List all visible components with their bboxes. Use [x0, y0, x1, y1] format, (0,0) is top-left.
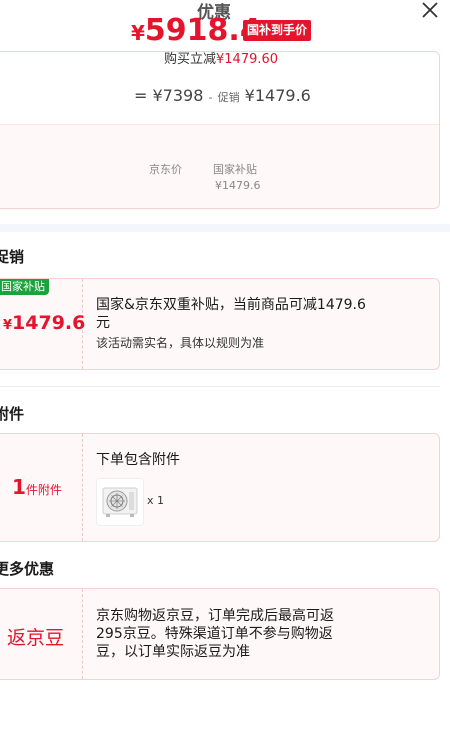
promo-note: 该活动需实名，具体以规则为准: [96, 336, 265, 350]
buy-reduce-label: 购买立减: [164, 52, 217, 67]
price-formula: = ¥7398 - 促销 ¥1479.6: [134, 86, 311, 105]
divider-line: [0, 386, 440, 387]
formula-minus: -: [208, 91, 213, 104]
accessory-qty: x 1: [147, 494, 165, 507]
jd-price-value: ¥7398: [152, 86, 204, 105]
jd-bean-line3: 豆，以订单实际返豆为准: [96, 644, 250, 660]
gov-subsidy-label: 国家补贴: [213, 163, 257, 176]
promo-desc-line1: 国家&京东双重补贴，当前商品可减1479.6: [96, 297, 366, 313]
accessory-count-label: 件附件: [25, 483, 62, 497]
jd-price-label: 京东价: [149, 163, 182, 176]
promo-section-title: 促销: [0, 248, 25, 266]
air-conditioner-outdoor-unit-icon[interactable]: [96, 478, 144, 526]
final-price-currency: ¥: [131, 21, 145, 45]
promo-card[interactable]: 国家补贴 ¥1479.6 国家&京东双重补贴，当前商品可减1479.6 元 该活…: [0, 278, 440, 370]
jd-bean-card[interactable]: 返京豆 京东购物返京豆，订单完成后最高可返 295京豆。特殊渠道订单不参与购物返…: [0, 588, 440, 680]
accessory-card[interactable]: 1件附件 下单包含附件 x 1: [0, 433, 440, 542]
buy-reduce-amount: ¥1479.60: [216, 52, 279, 67]
formula-equals: =: [134, 86, 148, 105]
final-price: ¥5918.4: [131, 13, 261, 48]
close-icon[interactable]: [420, 0, 440, 20]
subsidy-price-tag: 国补到手价: [243, 20, 312, 41]
accessory-count: 1件附件: [12, 475, 62, 499]
jd-bean-line2: 295京豆。特殊渠道订单不参与购物返: [96, 626, 333, 642]
gov-subsidy-value: ¥1479.6: [215, 179, 261, 192]
promo-amount-currency: ¥: [3, 318, 13, 333]
accessory-count-number: 1: [12, 475, 26, 499]
promo-label: 促销: [217, 91, 240, 104]
promo-price-value: ¥1479.6: [244, 86, 311, 105]
promo-amount: ¥1479.6: [3, 312, 85, 334]
jd-bean-label: 返京豆: [7, 627, 65, 649]
section-divider: [0, 224, 450, 232]
accessory-section-title: 附件: [0, 405, 25, 423]
promo-desc-line2: 元: [96, 315, 110, 331]
more-offers-section-title: 更多优惠: [0, 560, 55, 578]
jd-bean-line1: 京东购物返京豆，订单完成后最高可返: [96, 608, 334, 624]
gov-subsidy-tag: 国家补贴: [0, 279, 49, 295]
accessory-desc: 下单包含附件: [96, 452, 180, 468]
promo-amount-value: 1479.6: [12, 312, 86, 334]
buy-reduce-text: 购买立减¥1479.60: [164, 48, 278, 67]
